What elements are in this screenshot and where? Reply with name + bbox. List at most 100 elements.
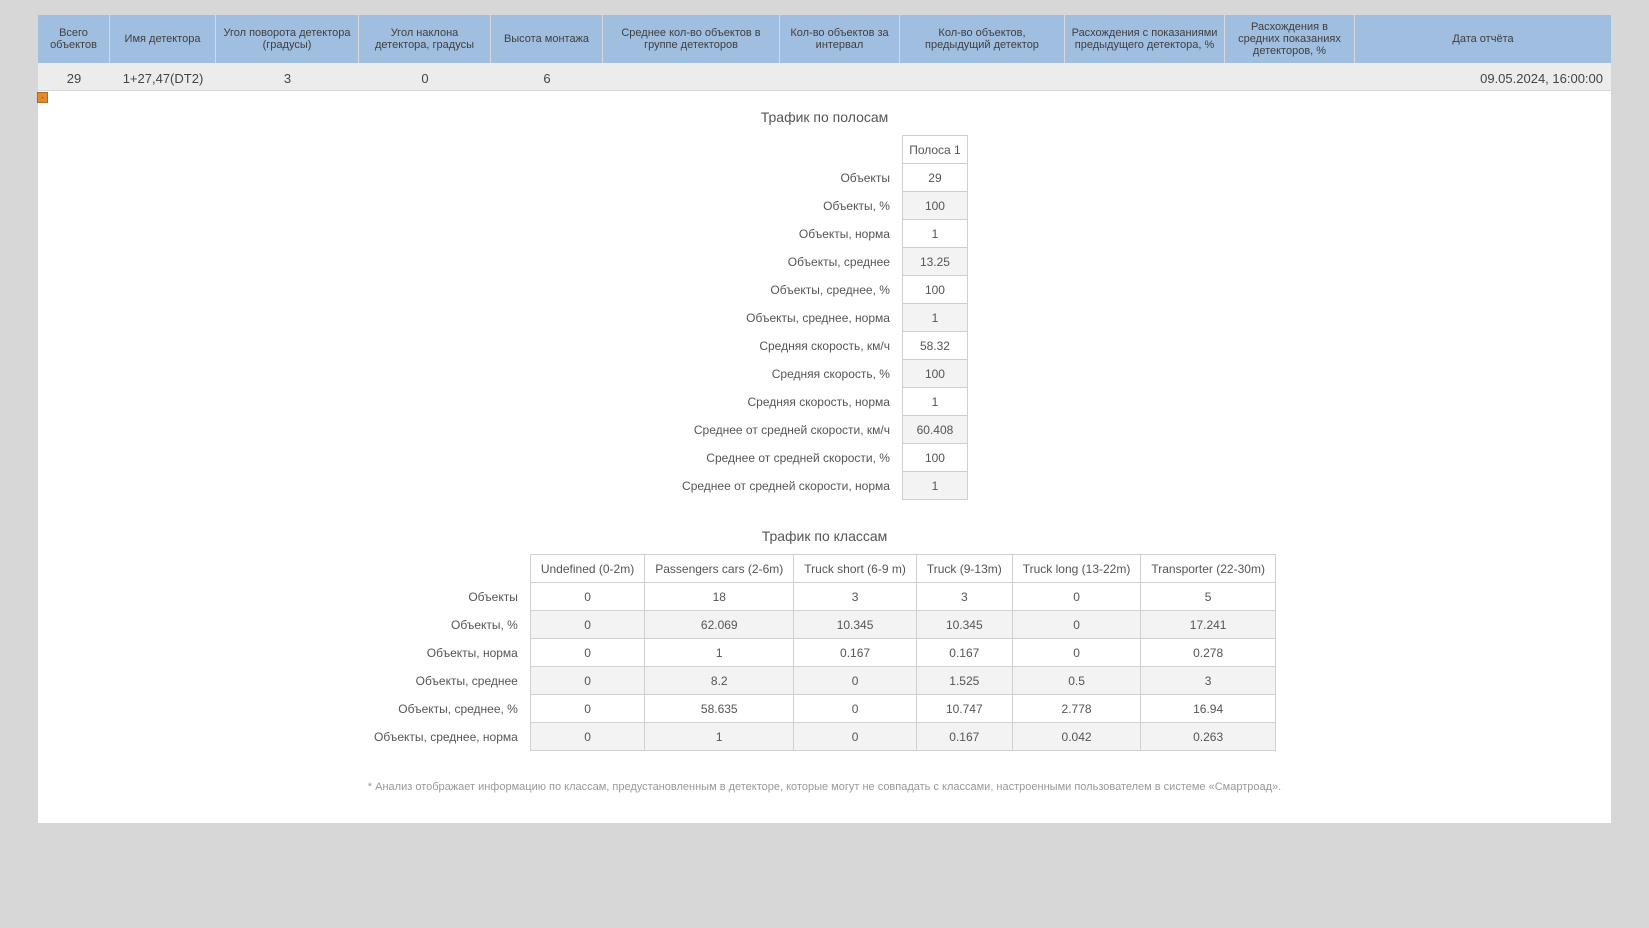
class-row-value: 0: [794, 695, 917, 723]
lane-row-value: 1: [902, 472, 967, 500]
class-row-label: Объекты: [373, 583, 530, 611]
cell-prev: [900, 63, 1065, 90]
classes-table: Undefined (0-2m)Passengers cars (2-6m)Tr…: [373, 554, 1276, 751]
class-row-value: 1.525: [916, 667, 1012, 695]
class-row-value: 0: [530, 583, 644, 611]
col-disc-avg: Расхождения в средних показаниях детекто…: [1225, 15, 1355, 63]
class-row-value: 10.345: [794, 611, 917, 639]
class-row-value: 10.345: [916, 611, 1012, 639]
lane-row-value: 58.32: [902, 332, 967, 360]
lane-row-label: Объекты, норма: [681, 220, 902, 248]
collapse-icon[interactable]: -: [37, 92, 48, 103]
class-row-value: 0.042: [1012, 723, 1141, 751]
lane-row-value: 1: [902, 304, 967, 332]
class-row-value: 0.167: [916, 723, 1012, 751]
class-col-header: Transporter (22-30m): [1141, 555, 1276, 583]
lane-row-label: Объекты, среднее, норма: [681, 304, 902, 332]
footnote: * Анализ отображает информацию по класса…: [38, 781, 1611, 803]
lane-row-label: Объекты, среднее, %: [681, 276, 902, 304]
lane-row-value: 100: [902, 276, 967, 304]
class-row-value: 10.747: [916, 695, 1012, 723]
lane-row-value: 100: [902, 444, 967, 472]
col-tilt: Угол наклона детектора, градусы: [359, 15, 491, 63]
lane-row-label: Объекты, среднее: [681, 248, 902, 276]
cell-date: 09.05.2024, 16:00:00: [1355, 63, 1611, 90]
col-date: Дата отчёта: [1355, 15, 1611, 63]
lanes-table: Полоса 1 Объекты29Объекты, %100Объекты, …: [681, 135, 968, 500]
class-row-label: Объекты, норма: [373, 639, 530, 667]
lane-row-label: Средняя скорость, %: [681, 360, 902, 388]
class-row-value: 0: [794, 667, 917, 695]
class-row-value: 2.778: [1012, 695, 1141, 723]
class-row-label: Объекты, среднее, норма: [373, 723, 530, 751]
class-row-value: 0.167: [794, 639, 917, 667]
class-row-label: Объекты, среднее: [373, 667, 530, 695]
classes-title: Трафик по классам: [38, 528, 1611, 544]
class-row-value: 3: [794, 583, 917, 611]
lane-row-label: Среднее от средней скорости, %: [681, 444, 902, 472]
class-row-value: 5: [1141, 583, 1276, 611]
lane-row-value: 60.408: [902, 416, 967, 444]
class-col-header: Truck long (13-22m): [1012, 555, 1141, 583]
lane-row-value: 100: [902, 192, 967, 220]
class-row-value: 0: [530, 667, 644, 695]
lane-row-value: 29: [902, 164, 967, 192]
class-row-value: 0: [530, 695, 644, 723]
class-row-value: 3: [916, 583, 1012, 611]
cell-tilt: 0: [359, 63, 491, 90]
class-row-value: 18: [645, 583, 794, 611]
lane-row-value: 1: [902, 220, 967, 248]
class-col-header: Passengers cars (2-6m): [645, 555, 794, 583]
col-disc-prev: Расхождения с показаниями предыдущего де…: [1065, 15, 1225, 63]
class-row-label: Объекты, %: [373, 611, 530, 639]
cell-rotation: 3: [216, 63, 359, 90]
row-details: Трафик по полосам Полоса 1 Объекты29Объе…: [38, 91, 1611, 823]
class-row-value: 0: [530, 639, 644, 667]
class-row-label: Объекты, среднее, %: [373, 695, 530, 723]
cell-avg-group: [603, 63, 780, 90]
lane-row-label: Среднее от средней скорости, норма: [681, 472, 902, 500]
cell-interval: [780, 63, 900, 90]
col-height: Высота монтажа: [491, 15, 603, 63]
col-name: Имя детектора: [110, 15, 216, 63]
lane-col-header: Полоса 1: [902, 136, 967, 164]
class-row-value: 0: [1012, 583, 1141, 611]
class-row-value: 1: [645, 723, 794, 751]
class-row-value: 1: [645, 639, 794, 667]
col-rotation: Угол поворота детектора (градусы): [216, 15, 359, 63]
lanes-title: Трафик по полосам: [38, 109, 1611, 125]
class-row-value: 0.167: [916, 639, 1012, 667]
class-row-value: 8.2: [645, 667, 794, 695]
cell-total: 29 -: [38, 63, 110, 90]
class-row-value: 0: [1012, 639, 1141, 667]
col-avg-group: Среднее кол-во объектов в группе детекто…: [603, 15, 780, 63]
class-row-value: 0.5: [1012, 667, 1141, 695]
class-row-value: 0: [530, 723, 644, 751]
lane-row-value: 100: [902, 360, 967, 388]
class-row-value: 58.635: [645, 695, 794, 723]
lane-row-label: Объекты: [681, 164, 902, 192]
col-interval: Кол-во объектов за интервал: [780, 15, 900, 63]
lane-row-label: Средняя скорость, норма: [681, 388, 902, 416]
class-row-value: 62.069: [645, 611, 794, 639]
lane-row-label: Объекты, %: [681, 192, 902, 220]
col-prev: Кол-во объектов, предыдущий детектор: [900, 15, 1065, 63]
class-row-value: 17.241: [1141, 611, 1276, 639]
class-row-value: 0.278: [1141, 639, 1276, 667]
table-row[interactable]: 29 - 1+27,47(DT2) 3 0 6 09.05.2024, 16:0…: [38, 63, 1611, 91]
class-row-value: 16.94: [1141, 695, 1276, 723]
cell-disc-prev: [1065, 63, 1225, 90]
cell-name: 1+27,47(DT2): [110, 63, 216, 90]
lane-row-value: 13.25: [902, 248, 967, 276]
class-row-value: 0.263: [1141, 723, 1276, 751]
class-row-value: 0: [530, 611, 644, 639]
lane-row-label: Средняя скорость, км/ч: [681, 332, 902, 360]
main-table-header: Всего объектов Имя детектора Угол поворо…: [38, 15, 1611, 63]
class-col-header: Undefined (0-2m): [530, 555, 644, 583]
class-col-header: Truck short (6-9 m): [794, 555, 917, 583]
cell-disc-avg: [1225, 63, 1355, 90]
class-col-header: Truck (9-13m): [916, 555, 1012, 583]
col-total: Всего объектов: [38, 15, 110, 63]
class-row-value: 0: [1012, 611, 1141, 639]
class-row-value: 3: [1141, 667, 1276, 695]
